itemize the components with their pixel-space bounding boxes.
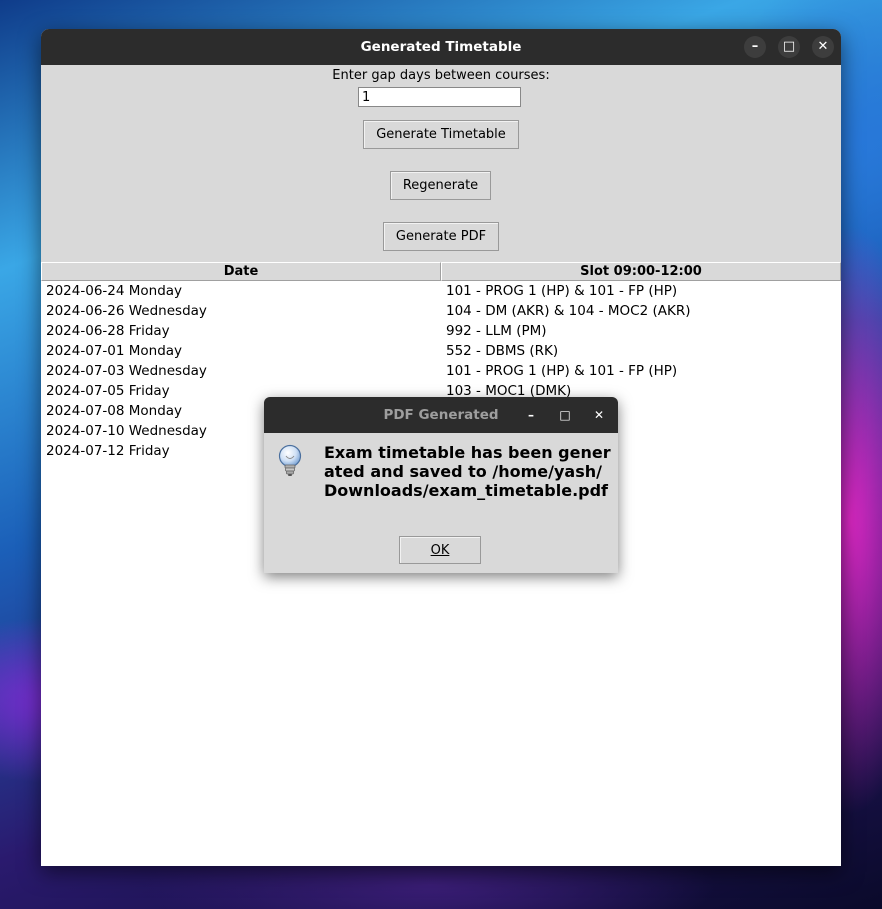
- table-row[interactable]: 2024-07-01 Monday 552 - DBMS (RK): [41, 341, 841, 361]
- date-cell: 2024-07-01 Monday: [46, 343, 183, 359]
- slot-cell: 552 - DBMS (RK): [446, 343, 559, 359]
- dialog-maximize-icon[interactable]: □: [556, 406, 574, 424]
- minimize-icon[interactable]: –: [744, 36, 766, 58]
- ok-label: OK: [430, 542, 450, 558]
- slot-cell: 104 - DM (AKR) & 104 - MOC2 (AKR): [446, 303, 691, 319]
- window-titlebar[interactable]: Generated Timetable – □ ✕: [41, 29, 841, 65]
- date-cell: 2024-07-03 Wednesday: [46, 363, 207, 379]
- slot-cell: 101 - PROG 1 (HP) & 101 - FP (HP): [446, 363, 678, 379]
- date-cell: 2024-06-28 Friday: [46, 323, 170, 339]
- slot-cell: 101 - PROG 1 (HP) & 101 - FP (HP): [446, 283, 678, 299]
- ok-button[interactable]: OK: [399, 536, 481, 564]
- column-header-slot[interactable]: Slot 09:00-12:00: [441, 262, 841, 281]
- date-cell: 2024-06-26 Wednesday: [46, 303, 207, 319]
- generate-timetable-button[interactable]: Generate Timetable: [363, 120, 519, 149]
- pdf-generated-dialog: PDF Generated – □ ✕ Exam timetable has b…: [264, 397, 618, 573]
- dialog-minimize-icon[interactable]: –: [522, 406, 540, 424]
- dialog-close-icon[interactable]: ✕: [590, 406, 608, 424]
- lightbulb-icon: [278, 444, 302, 476]
- gap-days-input[interactable]: [358, 87, 521, 107]
- dialog-message: Exam timetable has been generated and sa…: [324, 443, 611, 500]
- controls-panel: Enter gap days between courses: Generate…: [41, 65, 841, 262]
- table-row[interactable]: 2024-06-26 Wednesday 104 - DM (AKR) & 104…: [41, 301, 841, 321]
- generate-pdf-button[interactable]: Generate PDF: [383, 222, 499, 251]
- table-row[interactable]: 2024-07-03 Wednesday 101 - PROG 1 (HP) & …: [41, 361, 841, 381]
- table-header: Date Slot 09:00-12:00: [41, 262, 841, 281]
- window-title: Generated Timetable: [360, 39, 522, 55]
- slot-cell: 992 - LLM (PM): [446, 323, 547, 339]
- table-row[interactable]: 2024-06-28 Friday 992 - LLM (PM): [41, 321, 841, 341]
- maximize-icon[interactable]: □: [778, 36, 800, 58]
- table-row[interactable]: 2024-06-24 Monday 101 - PROG 1 (HP) & 101…: [41, 281, 841, 301]
- column-header-date[interactable]: Date: [41, 262, 441, 281]
- dialog-titlebar[interactable]: PDF Generated – □ ✕: [264, 397, 618, 433]
- gap-days-label: Enter gap days between courses:: [332, 68, 550, 83]
- date-cell: 2024-06-24 Monday: [46, 283, 183, 299]
- close-icon[interactable]: ✕: [812, 36, 834, 58]
- regenerate-button[interactable]: Regenerate: [390, 171, 491, 200]
